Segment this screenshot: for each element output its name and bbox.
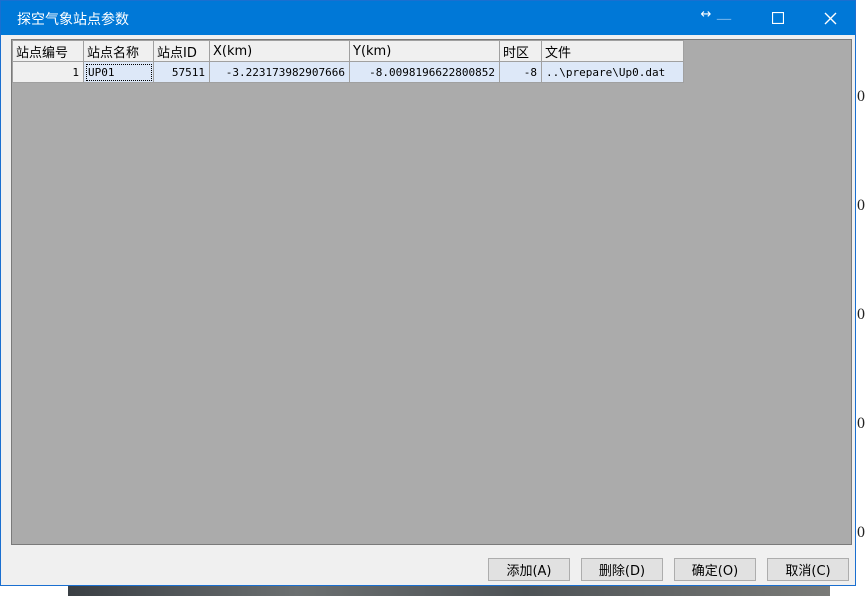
column-header-station-number[interactable]: 站点编号 — [12, 40, 84, 62]
column-header-x[interactable]: X(km) — [209, 40, 350, 62]
cell-timezone[interactable]: -8 — [499, 61, 542, 83]
cell-station-name[interactable]: UP01 — [83, 61, 154, 83]
column-header-y[interactable]: Y(km) — [349, 40, 500, 62]
background-edge-text: 0 — [857, 415, 865, 432]
minimize-icon[interactable]: — — [713, 1, 735, 35]
ok-button[interactable]: 确定(O) — [674, 558, 756, 581]
cancel-button[interactable]: 取消(C) — [767, 558, 849, 581]
background-edge-text: 0 — [857, 197, 865, 214]
maximize-icon[interactable] — [755, 1, 801, 35]
cell-station-number[interactable]: 1 — [12, 61, 84, 83]
cell-file[interactable]: ..\prepare\Up0.dat — [541, 61, 684, 83]
table-row[interactable]: 1 UP01 57511 -3.223173982907666 -8.00981… — [12, 61, 684, 83]
column-header-timezone[interactable]: 时区 — [499, 40, 542, 62]
station-table: 站点编号 站点名称 站点ID X(km) Y(km) 时区 文件 1 UP01 … — [12, 40, 684, 83]
window-title: 探空气象站点参数 — [17, 12, 129, 28]
add-button[interactable]: 添加(A) — [488, 558, 570, 581]
cell-x[interactable]: -3.223173982907666 — [209, 61, 350, 83]
cell-y[interactable]: -8.0098196622800852 — [349, 61, 500, 83]
background-image-strip — [68, 586, 830, 596]
table-header-row: 站点编号 站点名称 站点ID X(km) Y(km) 时区 文件 — [12, 40, 684, 62]
background-edge-text: 0 — [857, 306, 865, 323]
station-params-dialog: 探空气象站点参数 ↔ — 站点编号 站点名称 站点ID X(km) Y(km) … — [0, 0, 856, 586]
title-bar[interactable]: 探空气象站点参数 ↔ — — [1, 1, 855, 35]
column-header-station-id[interactable]: 站点ID — [153, 40, 210, 62]
column-header-station-name[interactable]: 站点名称 — [83, 40, 154, 62]
delete-button[interactable]: 删除(D) — [581, 558, 663, 581]
background-edge-text: 0 — [857, 88, 865, 105]
cell-station-id[interactable]: 57511 — [153, 61, 210, 83]
background-edge-text: 0 — [857, 524, 865, 541]
close-icon[interactable] — [807, 1, 853, 35]
station-grid[interactable]: 站点编号 站点名称 站点ID X(km) Y(km) 时区 文件 1 UP01 … — [11, 39, 852, 545]
column-header-file[interactable]: 文件 — [541, 40, 684, 62]
